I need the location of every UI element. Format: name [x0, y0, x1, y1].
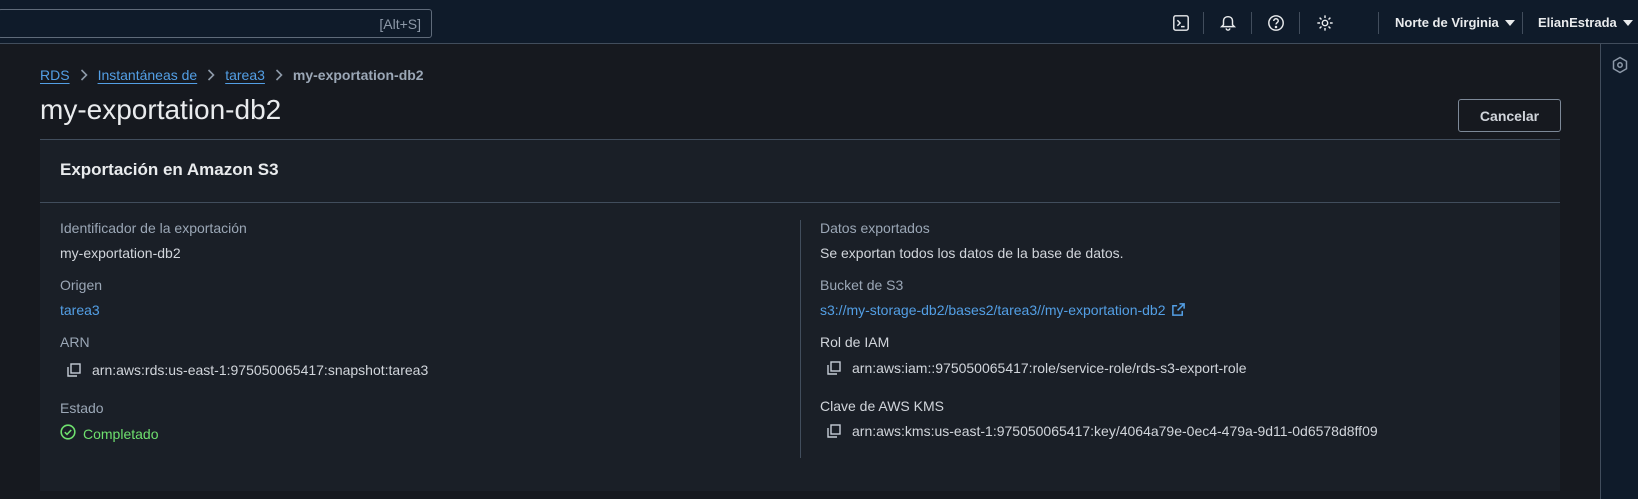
kms-key-value: arn:aws:kms:us-east-1:975050065417:key/4… — [852, 423, 1378, 439]
region-label: Norte de Virginia — [1395, 15, 1499, 30]
breadcrumb-link-snapshots[interactable]: Instantáneas de — [98, 67, 198, 83]
info-panel-icon[interactable] — [1611, 56, 1629, 74]
search-input[interactable]: [Alt+S] — [0, 9, 432, 38]
chevron-right-icon — [265, 68, 293, 82]
s3-bucket-link[interactable]: s3://my-storage-db2/bases2/tarea3//my-ex… — [820, 302, 1166, 318]
notifications-bell-icon[interactable] — [1218, 13, 1238, 33]
origin-link[interactable]: tarea3 — [60, 302, 100, 318]
arn-label: ARN — [60, 334, 90, 350]
origin-label: Origen — [60, 277, 103, 293]
cloudshell-icon[interactable] — [1171, 13, 1191, 33]
copy-icon[interactable] — [826, 423, 842, 439]
breadcrumb-link-tarea3[interactable]: tarea3 — [225, 67, 265, 83]
toolbar-divider — [1299, 12, 1300, 34]
copy-icon[interactable] — [826, 360, 842, 376]
caret-down-icon — [1622, 20, 1633, 26]
export-id-label: Identificador de la exportación — [60, 220, 247, 236]
status-label: Estado — [60, 400, 104, 416]
check-circle-icon — [60, 424, 76, 443]
top-navigation-bar: [Alt+S] Norte de Virginia ElianEstrada — [0, 0, 1638, 44]
right-side-rail — [1600, 44, 1638, 499]
user-menu[interactable]: ElianEstrada — [1538, 15, 1633, 30]
iam-role-value: arn:aws:iam::975050065417:role/service-r… — [852, 360, 1247, 376]
help-icon[interactable] — [1266, 13, 1286, 33]
export-details-panel: Exportación en Amazon S3 Identificador d… — [40, 140, 1560, 491]
s3-bucket-label: Bucket de S3 — [820, 277, 904, 293]
exported-data-value: Se exportan todos los datos de la base d… — [820, 245, 1124, 261]
iam-role-label: Rol de IAM — [820, 334, 890, 350]
arn-value: arn:aws:rds:us-east-1:975050065417:snaps… — [92, 362, 429, 378]
arn-copy-row: arn:aws:rds:us-east-1:975050065417:snaps… — [66, 362, 428, 378]
toolbar-divider — [1522, 12, 1523, 34]
status-badge: Completado — [60, 424, 159, 443]
toolbar-divider — [1378, 12, 1379, 34]
kms-key-copy-row: arn:aws:kms:us-east-1:975050065417:key/4… — [826, 423, 1378, 439]
exported-data-label: Datos exportados — [820, 220, 930, 236]
page-title: my-exportation-db2 — [40, 94, 282, 125]
user-name: ElianEstrada — [1538, 15, 1617, 30]
breadcrumb: RDS Instantáneas de tarea3 my-exportatio… — [40, 67, 424, 83]
toolbar-divider — [1203, 12, 1204, 34]
breadcrumb-link-rds[interactable]: RDS — [40, 67, 70, 83]
copy-icon[interactable] — [66, 362, 82, 378]
chevron-right-icon — [197, 68, 225, 82]
s3-bucket-link-row: s3://my-storage-db2/bases2/tarea3//my-ex… — [820, 302, 1186, 318]
cancel-button[interactable]: Cancelar — [1458, 99, 1561, 132]
panel-title: Exportación en Amazon S3 — [60, 160, 279, 179]
column-divider — [800, 220, 801, 458]
caret-down-icon — [1504, 20, 1515, 26]
toolbar-divider — [1251, 12, 1252, 34]
settings-gear-icon[interactable] — [1315, 13, 1335, 33]
export-id-value: my-exportation-db2 — [60, 245, 181, 261]
status-value: Completado — [83, 425, 159, 442]
panel-header: Exportación en Amazon S3 — [40, 140, 1560, 203]
kms-key-label: Clave de AWS KMS — [820, 398, 944, 414]
search-shortcut-hint: [Alt+S] — [379, 16, 421, 32]
chevron-right-icon — [70, 68, 98, 82]
breadcrumb-current: my-exportation-db2 — [292, 67, 424, 83]
external-link-icon[interactable] — [1171, 302, 1186, 317]
iam-role-copy-row: arn:aws:iam::975050065417:role/service-r… — [826, 360, 1247, 376]
region-selector[interactable]: Norte de Virginia — [1395, 15, 1515, 30]
